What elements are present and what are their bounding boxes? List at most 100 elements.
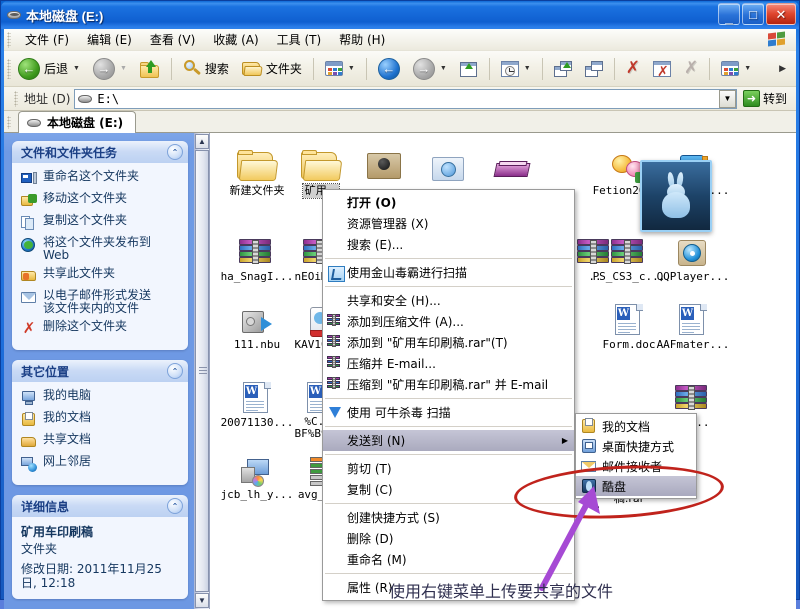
up-button[interactable] xyxy=(134,54,166,84)
ctx-cut[interactable]: 剪切 (T) xyxy=(323,458,574,479)
ie-back-button[interactable]: ← xyxy=(372,54,406,84)
ctx-send-to[interactable]: 发送到 (N) ▶ xyxy=(323,430,574,451)
tab-grip[interactable] xyxy=(7,116,11,129)
file-item-aafmaterial[interactable]: W AAFmater... xyxy=(650,293,736,352)
ie-forward-dropdown-icon[interactable]: ▼ xyxy=(440,65,447,72)
views2-button[interactable]: ▼ xyxy=(715,54,757,84)
delete-doc-button[interactable]: ✗ xyxy=(647,54,677,84)
tool-bar: ← 后退 ▼ → ▼ 搜索 文件夹 ▼ ← → ▼ ▼ ✗ ✗ ✗ ▼ ▶ xyxy=(4,51,796,87)
chevron-up-icon[interactable]: ⌃ xyxy=(167,363,183,379)
address-grip[interactable] xyxy=(14,90,18,107)
task-share-folder[interactable]: 共享此文件夹 xyxy=(21,267,182,284)
place-label: 网上邻居 xyxy=(43,454,92,468)
toolbar-grip[interactable] xyxy=(7,59,11,79)
share-folder-icon xyxy=(21,268,37,284)
place-my-computer[interactable]: 我的电脑 xyxy=(21,389,182,406)
ctx-compress-email[interactable]: 压缩并 E-mail... xyxy=(323,353,574,374)
task-delete-folder[interactable]: ✗ 删除这个文件夹 xyxy=(21,320,182,337)
panel-header[interactable]: 其它位置 ⌃ xyxy=(12,360,188,382)
menu-edit[interactable]: 编辑 (E) xyxy=(78,29,141,50)
history-dropdown-icon[interactable]: ▼ xyxy=(524,65,531,72)
sendto-label: 桌面快捷方式 xyxy=(602,439,675,454)
search-button[interactable]: 搜索 xyxy=(177,54,235,84)
close-button[interactable]: ✕ xyxy=(766,3,796,25)
place-my-documents[interactable]: 我的文档 xyxy=(21,411,182,428)
panel-header[interactable]: 详细信息 ⌃ xyxy=(12,495,188,517)
ctx-add-to-named-rar[interactable]: 添加到 "矿用车印刷稿.rar"(T) xyxy=(323,332,574,353)
file-icon xyxy=(470,139,556,183)
ie-forward-button[interactable]: → ▼ xyxy=(407,54,453,84)
ie-up-button[interactable] xyxy=(454,54,484,84)
address-dropdown-button[interactable]: ▼ xyxy=(718,89,736,108)
move-to-button[interactable] xyxy=(548,54,578,84)
ctx-open[interactable]: 打开 (O) xyxy=(323,192,574,213)
minimize-button[interactable]: _ xyxy=(718,3,740,25)
pane-scrollbar[interactable]: ▲ ▼ xyxy=(194,133,210,609)
toolbar-separator-7 xyxy=(709,57,711,80)
menu-grip[interactable] xyxy=(7,32,11,48)
tab-local-disk-e[interactable]: 本地磁盘 (E:) xyxy=(18,111,137,133)
ctx-sharing-security[interactable]: 共享和安全 (H)... xyxy=(323,290,574,311)
ctx-label: 共享和安全 (H)... xyxy=(347,294,441,308)
menu-favorites[interactable]: 收藏 (A) xyxy=(204,29,267,50)
panel-details: 详细信息 ⌃ 矿用车印刷稿 文件夹 修改日期: 2011年11月25 日, 12… xyxy=(12,495,188,599)
task-copy-folder[interactable]: 复制这个文件夹 xyxy=(21,214,182,231)
task-email-files[interactable]: 以电子邮件形式发送 该文件夹内的文件 xyxy=(21,289,182,315)
file-item-qqplayer[interactable]: QQPlayer... xyxy=(650,225,736,284)
panel-header[interactable]: 文件和文件夹任务 ⌃ xyxy=(12,141,188,163)
sendto-desktop-shortcut[interactable]: 桌面快捷方式 xyxy=(576,436,696,456)
menu-file[interactable]: 文件 (F) xyxy=(16,29,78,50)
ctx-kingnet-scan[interactable]: 使用 可牛杀毒 扫描 xyxy=(323,402,574,423)
maximize-button[interactable]: □ xyxy=(742,3,764,25)
window-title: 本地磁盘 (E:) xyxy=(26,8,104,24)
scroll-down-button[interactable]: ▼ xyxy=(195,593,209,608)
my-documents-icon xyxy=(581,417,598,434)
ctx-explorer[interactable]: 资源管理器 (X) xyxy=(323,213,574,234)
menu-view[interactable]: 查看 (V) xyxy=(141,29,204,50)
copy-window-icon xyxy=(584,60,603,77)
task-move-folder[interactable]: 移动这个文件夹 xyxy=(21,192,182,209)
sendto-my-documents[interactable]: 我的文档 xyxy=(576,416,696,436)
forward-dropdown-icon[interactable]: ▼ xyxy=(120,65,127,72)
views-button[interactable]: ▼ xyxy=(319,54,361,84)
task-rename-folder[interactable]: 重命名这个文件夹 xyxy=(21,170,182,187)
chevron-up-icon[interactable]: ⌃ xyxy=(167,498,183,514)
ctx-add-to-archive[interactable]: 添加到压缩文件 (A)... xyxy=(323,311,574,332)
go-button[interactable]: ➜ 转到 xyxy=(741,89,792,108)
explorer-window: 本地磁盘 (E:) _ □ ✕ 文件 (F) 编辑 (E) 查看 (V) 收藏 … xyxy=(0,0,800,609)
no-icon xyxy=(327,552,344,568)
chevron-up-icon[interactable]: ⌃ xyxy=(167,144,183,160)
no-icon xyxy=(327,482,344,498)
ctx-compress-named-email[interactable]: 压缩到 "矿用车印刷稿.rar" 并 E-mail xyxy=(323,374,574,395)
ctx-search[interactable]: 搜索 (E)... xyxy=(323,234,574,255)
toolbar-overflow-button[interactable]: ▶ xyxy=(772,54,792,84)
menu-help[interactable]: 帮助 (H) xyxy=(330,29,394,50)
scrollbar-thumb[interactable] xyxy=(195,150,209,592)
delete-button[interactable]: ✗ xyxy=(620,54,646,84)
scroll-up-button[interactable]: ▲ xyxy=(195,134,209,149)
forward-button[interactable]: → ▼ xyxy=(87,54,133,84)
move-window-icon xyxy=(553,60,572,77)
winrar-icon xyxy=(327,376,344,393)
winrar-icon xyxy=(327,355,344,372)
menu-tools[interactable]: 工具 (T) xyxy=(268,29,331,50)
file-icon: W xyxy=(650,293,736,337)
place-shared-documents[interactable]: 共享文档 xyxy=(21,433,182,450)
views-dropdown-icon[interactable]: ▼ xyxy=(348,65,355,72)
back-button[interactable]: ← 后退 ▼ xyxy=(12,54,86,84)
back-dropdown-icon[interactable]: ▼ xyxy=(73,65,80,72)
winrar-icon xyxy=(239,239,275,269)
views2-dropdown-icon[interactable]: ▼ xyxy=(744,65,751,72)
copy-to-button[interactable] xyxy=(579,54,609,84)
place-label: 共享文档 xyxy=(43,432,92,446)
up-folder-square-icon xyxy=(459,61,478,77)
ctx-kingsoft-scan[interactable]: 使用金山毒霸进行扫描 xyxy=(323,262,574,283)
task-publish-web[interactable]: 将这个文件夹发布到 Web xyxy=(21,236,182,262)
no-icon xyxy=(327,216,344,232)
ie-back-arrow-icon: ← xyxy=(377,57,400,80)
place-network[interactable]: 网上邻居 xyxy=(21,455,182,472)
history-button[interactable]: ▼ xyxy=(495,54,537,84)
panel-title: 详细信息 xyxy=(21,499,70,514)
address-input[interactable]: E:\ ▼ xyxy=(74,88,737,109)
folders-button[interactable]: 文件夹 xyxy=(236,54,308,84)
